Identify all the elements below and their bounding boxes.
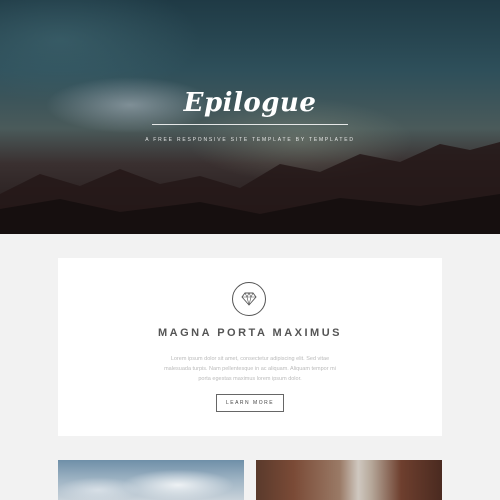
learn-more-button[interactable]: LEARN MORE [216,394,284,412]
hero-content: Epilogue A FREE RESPONSIVE SITE TEMPLATE… [0,86,500,143]
feature-icon-ring [232,282,266,316]
hero-banner: Epilogue A FREE RESPONSIVE SITE TEMPLATE… [0,0,500,234]
feature-description: Lorem ipsum dolor sit amet, consectetur … [164,356,336,382]
feature-title: MAGNA PORTA MAXIMUS [158,327,342,339]
gallery-image-street[interactable] [256,460,442,500]
gallery-image-sky[interactable] [58,460,244,500]
hero-divider [152,124,348,125]
site-logo[interactable]: Epilogue [184,86,317,120]
feature-card: MAGNA PORTA MAXIMUS Lorem ipsum dolor si… [58,258,442,436]
hero-tagline: A FREE RESPONSIVE SITE TEMPLATE BY TEMPL… [145,137,355,143]
diamond-icon [241,292,257,306]
